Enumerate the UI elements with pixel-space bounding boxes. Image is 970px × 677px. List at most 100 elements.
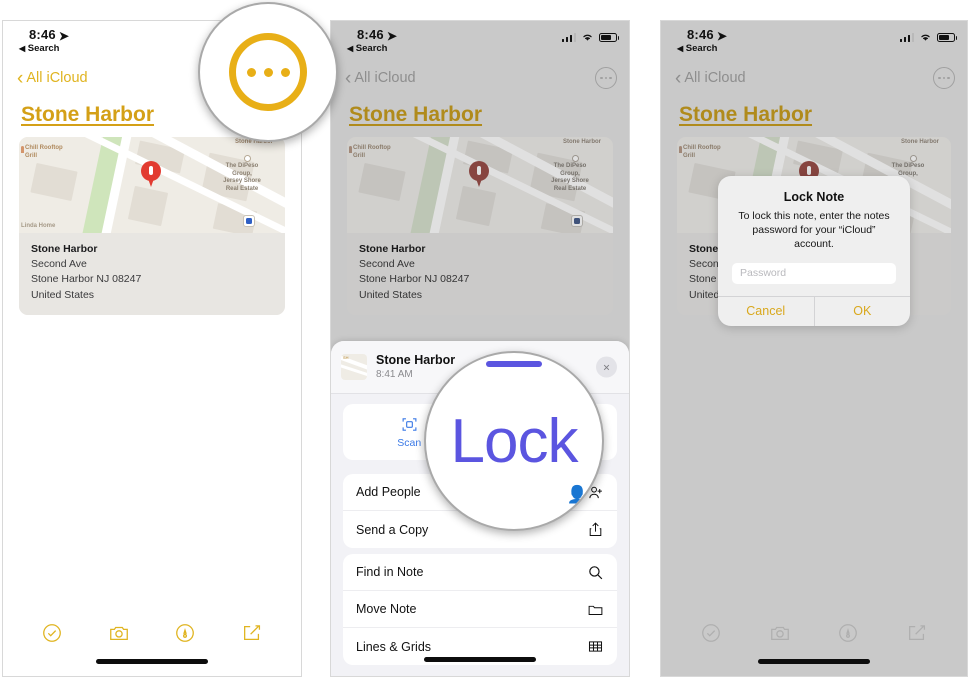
back-button-all-icloud[interactable]: ‹ All iCloud — [675, 69, 746, 88]
magnifier-callout-ellipsis — [198, 2, 338, 142]
map-pin-icon — [469, 161, 489, 187]
location-arrow-icon: ➤ — [716, 29, 728, 43]
row-label: Add People — [356, 485, 421, 500]
alert-title: Lock Note — [783, 190, 845, 204]
password-placeholder: Password — [740, 267, 787, 280]
address-country: United States — [31, 288, 95, 301]
nav-bar-3: ‹ All iCloud — [661, 61, 967, 95]
notes-screen-2: 8:46 ➤ ◀ Search ‹ All iCloud Stone Harbo… — [331, 21, 629, 676]
status-back-label: Search — [27, 43, 60, 54]
camera-icon[interactable] — [108, 622, 130, 644]
notes-screen-3: 8:46 ➤ ◀ Search ‹ All iCloud Stone Harbo… — [661, 21, 967, 676]
map-label-dipeso: The DiPeso Group, Jersey Shore Real Estate — [551, 163, 589, 192]
cellular-signal-icon — [899, 32, 914, 42]
status-back-to-search[interactable]: ◀ Search — [347, 43, 615, 54]
compose-icon[interactable] — [241, 622, 263, 644]
note-title-3: Stone Harbor — [679, 103, 813, 126]
scan-label: Scan — [397, 436, 422, 449]
address-country: United States — [359, 288, 423, 301]
alert-message: To lock this note, enter the notes passw… — [738, 210, 890, 251]
screenshot-stage: 8:46 ➤ ◀ Search ‹ All iCloud Stone Harbor — [0, 0, 970, 677]
row-label: Move Note — [356, 602, 417, 617]
sheet-note-name: Stone Harbor — [376, 353, 456, 367]
back-button-all-icloud[interactable]: ‹ All iCloud — [345, 69, 416, 88]
map-image: Chill Rooftop Grill Stone Harbor The DiPe… — [347, 137, 613, 233]
battery-icon — [937, 32, 957, 42]
home-indicator — [96, 659, 208, 664]
more-options-ellipsis-button[interactable] — [595, 67, 617, 89]
map-poi-ring-icon — [244, 155, 251, 162]
note-title-2: Stone Harbor — [349, 103, 483, 126]
add-person-icon-partial: 👤 — [566, 485, 588, 504]
checkmark-circle-icon[interactable] — [41, 622, 63, 644]
home-indicator — [758, 659, 870, 664]
map-poi-ring-icon — [910, 155, 917, 162]
row-label: Lines & Grids — [356, 639, 432, 654]
location-arrow-icon: ➤ — [58, 29, 70, 43]
grid-icon — [587, 638, 604, 655]
password-input[interactable]: Password — [732, 262, 896, 284]
back-triangle-icon: ◀ — [19, 44, 26, 53]
lock-label-magnified: Lock — [450, 406, 579, 476]
map-pin-icon — [141, 161, 161, 187]
nav-bar-2: ‹ All iCloud — [331, 61, 629, 95]
location-arrow-icon: ➤ — [386, 29, 398, 43]
chevron-left-icon: ‹ — [675, 67, 682, 89]
status-bar: 8:46 ➤ ◀ Search — [661, 21, 967, 61]
back-button-all-icloud[interactable]: ‹ All iCloud — [17, 69, 88, 88]
address-street: Second Ave — [359, 258, 415, 271]
map-label-dipeso: The DiPeso Group, Jersey Shore Real Estate — [223, 163, 261, 192]
more-options-ellipsis-button[interactable] — [933, 67, 955, 89]
back-button-label: All iCloud — [684, 70, 746, 86]
map-label-chill-rooftop: Chill Rooftop Grill — [679, 145, 721, 159]
camera-icon[interactable] — [769, 622, 791, 644]
address-name: Stone Harbor — [31, 243, 98, 255]
cancel-button[interactable]: Cancel — [718, 296, 815, 326]
folder-icon — [587, 601, 604, 618]
close-icon[interactable]: × — [596, 356, 617, 378]
ok-button[interactable]: OK — [815, 297, 911, 326]
ellipsis-icon-magnified — [229, 33, 307, 111]
map-label-chill-rooftop: Chill Rooftop Grill — [21, 145, 63, 159]
back-button-label: All iCloud — [26, 70, 88, 86]
status-indicators — [899, 32, 957, 42]
map-block — [455, 185, 497, 227]
map-label-home: Linda Home — [21, 222, 56, 229]
markup-pen-icon[interactable] — [174, 622, 196, 644]
status-time-text: 8:46 — [357, 27, 384, 42]
checkmark-circle-icon[interactable] — [700, 622, 722, 644]
map-label-stone-harbor: Stone Harbor — [562, 139, 601, 145]
home-indicator — [424, 657, 536, 662]
map-label-stone-harbor: Stone Harbor — [900, 139, 939, 145]
status-back-label: Search — [685, 43, 718, 54]
alert-body: Lock Note To lock this note, enter the n… — [718, 176, 910, 296]
bottom-toolbar-3 — [661, 610, 967, 676]
address-city: Stone Harbor NJ 08247 — [359, 273, 470, 286]
lock-icon-magnified — [486, 361, 542, 367]
map-address-block: Stone Harbor Second Ave Stone Harbor NJ … — [19, 233, 285, 315]
address-city: Stone Harbor NJ 08247 — [31, 273, 142, 286]
markup-pen-icon[interactable] — [837, 622, 859, 644]
share-icon — [587, 521, 604, 538]
map-transit-badge-icon — [243, 215, 255, 227]
status-bar: 8:46 ➤ ◀ Search — [331, 21, 629, 61]
map-card-2[interactable]: Chill Rooftop Grill Stone Harbor The DiPe… — [347, 137, 613, 315]
status-time-text: 8:46 — [29, 27, 56, 42]
status-back-to-search[interactable]: ◀ Search — [677, 43, 953, 54]
address-name: Stone Harbor — [359, 243, 426, 255]
row-move-note[interactable]: Move Note — [343, 591, 617, 629]
map-card-1[interactable]: Chill Rooftop Grill Stone Harbor The DiPe… — [19, 137, 285, 315]
map-address-block: Stone Harbor Second Ave Stone Harbor NJ … — [347, 233, 613, 315]
lock-note-alert: Lock Note To lock this note, enter the n… — [718, 176, 910, 326]
sheet-note-time: 8:41 AM — [376, 369, 413, 381]
chevron-left-icon: ‹ — [345, 67, 352, 89]
row-find-in-note[interactable]: Find in Note — [343, 554, 617, 592]
phone-panel-3: 8:46 ➤ ◀ Search ‹ All iCloud Stone Harbo… — [660, 20, 968, 677]
search-icon — [587, 564, 604, 581]
map-image: Chill Rooftop Grill Stone Harbor The DiPe… — [19, 137, 285, 233]
map-block — [30, 162, 78, 202]
address-street: Second Ave — [31, 258, 87, 271]
map-label-chill-rooftop: Chill Rooftop Grill — [349, 145, 391, 159]
compose-icon[interactable] — [906, 622, 928, 644]
wifi-icon — [583, 34, 592, 41]
